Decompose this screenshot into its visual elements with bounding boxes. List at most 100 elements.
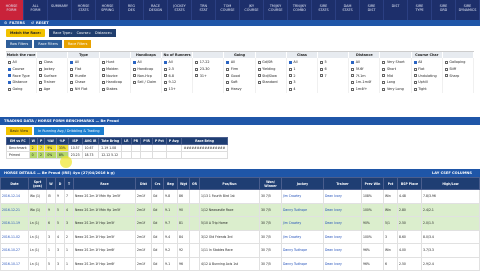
checkbox[interactable] — [164, 74, 168, 78]
checkbox[interactable] — [164, 67, 168, 71]
filter-option[interactable]: All — [351, 59, 377, 66]
filter-option[interactable]: All — [226, 59, 252, 66]
checkbox[interactable] — [257, 80, 261, 84]
filter-option[interactable]: Sell / Claim — [132, 79, 159, 86]
filter-option[interactable]: 7f-1m — [351, 72, 377, 79]
details-cell[interactable]: Dean Ivory — [323, 216, 362, 231]
filter-option[interactable]: All — [8, 59, 34, 66]
filter-option[interactable]: 5 — [320, 59, 346, 66]
details-col-header[interactable]: Prev Win — [361, 177, 384, 190]
checkbox[interactable] — [70, 60, 74, 64]
trading-col-header[interactable]: Race Bring — [180, 137, 229, 145]
nav-tab[interactable]: RACE DESIGN — [144, 0, 168, 20]
filter-tab[interactable]: Row Filters — [6, 40, 33, 48]
filter-option[interactable]: Firm — [226, 66, 252, 73]
details-col-header[interactable]: Beg — [163, 177, 178, 190]
filter-option[interactable]: Short — [382, 66, 408, 73]
checkbox[interactable] — [101, 67, 105, 71]
filter-option[interactable]: Going — [8, 86, 34, 93]
nav-tab[interactable]: JKY COURSE — [240, 0, 264, 20]
details-row[interactable]: 2016-12-21 Wo (1) 9 5 4 Newc 2S 2m 1f Mdn Hp … — [0, 202, 480, 217]
checkbox[interactable] — [8, 60, 11, 64]
checkbox[interactable] — [226, 80, 230, 84]
filter-option[interactable]: Sharp — [444, 72, 471, 79]
trading-col-header[interactable]: P — [37, 137, 46, 145]
checkbox[interactable] — [39, 74, 43, 78]
checkbox[interactable] — [382, 60, 386, 64]
checkbox[interactable] — [444, 60, 448, 64]
details-cell[interactable]: Danny Tudhope — [281, 243, 324, 258]
filter-option[interactable]: 1m4f+ — [351, 86, 377, 93]
checkbox[interactable] — [288, 67, 292, 71]
checkbox[interactable] — [320, 74, 324, 78]
trading-col-header[interactable]: ISP — [67, 137, 83, 145]
filter-option[interactable]: Very Long — [382, 86, 408, 93]
nav-tab[interactable]: SIRE TYPE — [408, 0, 432, 20]
details-col-header[interactable]: Sprt (pos) — [28, 177, 47, 190]
checkbox[interactable] — [288, 80, 292, 84]
details-col-header[interactable]: Jockey — [281, 177, 324, 190]
filter-option[interactable]: Flat — [70, 66, 96, 73]
filter-option[interactable]: 17-22 — [195, 59, 221, 66]
checkbox[interactable] — [132, 74, 136, 78]
filter-option[interactable]: 5f-6f — [351, 66, 377, 73]
details-cell[interactable]: Jim Crowley — [281, 229, 324, 244]
filter-option[interactable]: All — [288, 59, 315, 66]
filter-option[interactable]: Hurdle — [70, 72, 96, 79]
checkbox[interactable] — [132, 60, 136, 64]
checkbox[interactable] — [226, 60, 230, 64]
filter-option[interactable]: Std/Slow — [257, 72, 284, 79]
details-col-header[interactable]: BSP Place — [397, 177, 422, 190]
filter-option[interactable]: Handicap — [132, 66, 159, 73]
filter-option[interactable]: Very Short — [382, 59, 408, 66]
filter-option[interactable]: Standard — [257, 79, 284, 86]
details-col-header[interactable]: OR — [189, 177, 200, 190]
checkbox[interactable] — [101, 80, 105, 84]
filter-option[interactable]: Hunt — [101, 59, 128, 66]
checkbox[interactable] — [351, 67, 355, 71]
filter-option[interactable]: Novice — [101, 72, 128, 79]
nav-tab[interactable]: TOM COURSE — [216, 0, 240, 20]
nav-tab[interactable]: DAM STATS — [336, 0, 360, 20]
trading-tab[interactable]: In Running Avg / Dribbling & Trading — [34, 127, 104, 135]
checkbox[interactable] — [351, 60, 355, 64]
checkbox[interactable] — [413, 87, 417, 91]
details-cell[interactable]: Jim Crowley — [281, 189, 324, 204]
details-cell[interactable]: Dean Ivory — [323, 189, 362, 204]
nav-tab[interactable]: TRN/JKY COMBO — [288, 0, 312, 20]
nav-tab[interactable]: SIRE STATS — [312, 0, 336, 20]
filter-option[interactable]: Trainer — [39, 79, 65, 86]
filter-option[interactable]: 9-12 — [164, 79, 190, 86]
trading-col-header[interactable]: EM vs FC — [6, 137, 30, 145]
filter-option[interactable]: All — [164, 59, 190, 66]
checkbox[interactable] — [351, 80, 355, 84]
trading-col-header[interactable]: P Pct — [151, 137, 167, 145]
checkbox[interactable] — [164, 80, 168, 84]
checkbox[interactable] — [226, 74, 230, 78]
checkbox[interactable] — [257, 74, 261, 78]
checkbox[interactable] — [351, 87, 355, 91]
details-col-header[interactable]: D — [55, 177, 65, 190]
checkbox[interactable] — [257, 60, 261, 64]
checkbox[interactable] — [8, 74, 11, 78]
details-col-header[interactable]: Race — [73, 177, 136, 190]
checkbox[interactable] — [382, 87, 386, 91]
trading-col-header[interactable]: LR — [121, 137, 132, 145]
filter-option[interactable]: Galloping — [444, 59, 471, 66]
details-cell[interactable]: Dean Ivory — [323, 202, 362, 217]
filter-option[interactable]: Soft — [226, 79, 252, 86]
nav-tab[interactable]: HORSE FORM — [0, 0, 24, 20]
filter-option[interactable]: All — [70, 59, 96, 66]
filter-option[interactable]: 4 — [288, 86, 315, 93]
filter-option[interactable]: 6-8 — [164, 72, 190, 79]
nav-tab[interactable]: SIRE GRD — [432, 0, 456, 20]
filter-tab[interactable]: Race Filters — [63, 40, 92, 48]
checkbox[interactable] — [257, 67, 261, 71]
checkbox[interactable] — [288, 60, 292, 64]
reset-button[interactable]: RESET — [36, 21, 49, 25]
filter-option[interactable]: 1m-1m4f — [351, 79, 377, 86]
filter-option[interactable]: Age — [39, 86, 65, 93]
close-icon[interactable]: × — [70, 31, 73, 35]
filter-option[interactable]: 2-5 — [164, 66, 190, 73]
filters-title[interactable]: FILTERS — [9, 21, 25, 25]
